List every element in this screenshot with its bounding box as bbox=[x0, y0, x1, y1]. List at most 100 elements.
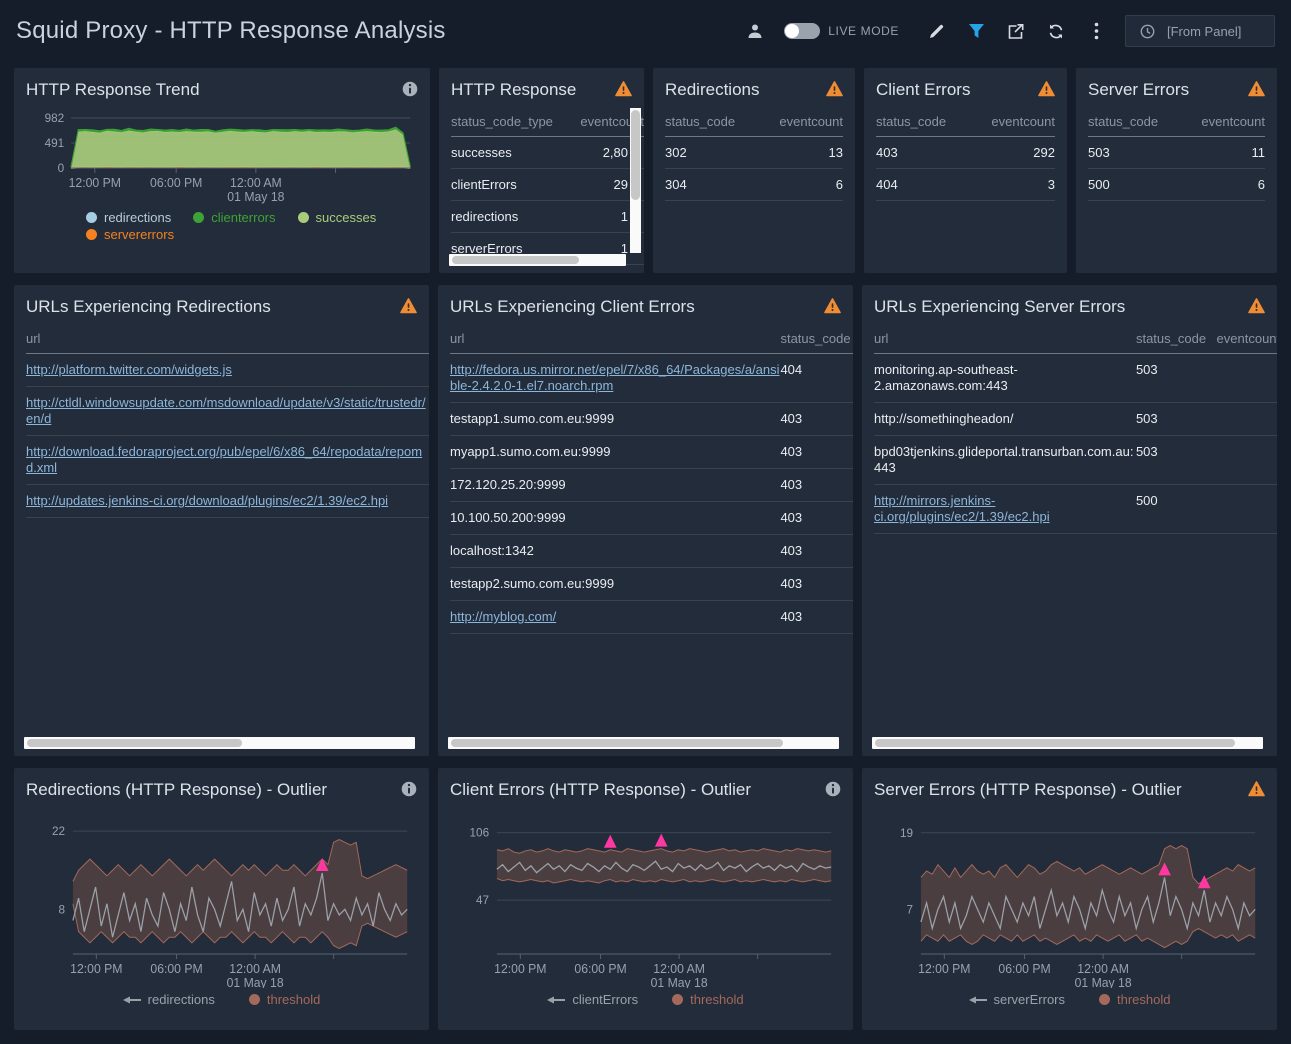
time-range-selector[interactable]: [From Panel] bbox=[1125, 15, 1275, 47]
warning-icon[interactable] bbox=[1248, 81, 1265, 102]
table-cell: 172.120.25.20:9999 bbox=[450, 469, 780, 502]
svg-text:12:00 PM: 12:00 PM bbox=[918, 962, 970, 976]
svg-text:47: 47 bbox=[476, 893, 489, 907]
column-header[interactable]: eventcount bbox=[1185, 106, 1265, 137]
user-icon[interactable] bbox=[744, 20, 766, 42]
url-link[interactable]: http://mirrors.jenkins-ci.org/plugins/ec… bbox=[874, 493, 1050, 524]
url-link[interactable]: http://ctldl.windowsupdate.com/msdownloa… bbox=[26, 395, 426, 426]
table-header-row: status_codeeventcount bbox=[1088, 106, 1265, 137]
edit-pencil-icon[interactable] bbox=[925, 20, 947, 42]
table-cell: 6 bbox=[1185, 169, 1265, 201]
table-cell bbox=[1217, 354, 1277, 403]
info-icon[interactable] bbox=[401, 781, 417, 802]
legend-item-threshold[interactable]: threshold bbox=[249, 992, 320, 1007]
table-row: http://myblog.com/403 bbox=[450, 601, 853, 634]
column-header[interactable]: status_code bbox=[1136, 323, 1217, 354]
http-response-table: status_code_typeeventcountsuccesses2,80c… bbox=[451, 106, 644, 265]
legend-item-threshold[interactable]: threshold bbox=[1099, 992, 1170, 1007]
table-cell: http://ctldl.windowsupdate.com/msdownloa… bbox=[26, 387, 429, 436]
warning-icon[interactable] bbox=[824, 298, 841, 319]
url-link[interactable]: http://fedora.us.mirror.net/epel/7/x86_6… bbox=[450, 362, 780, 393]
column-header[interactable]: url bbox=[26, 323, 429, 354]
svg-text:106: 106 bbox=[470, 825, 490, 839]
column-header[interactable]: eventcount bbox=[1217, 323, 1277, 354]
panel-outlier-client-errors: Client Errors (HTTP Response) - Outlier … bbox=[438, 768, 853, 1030]
table-header-row: urlstatus_code bbox=[450, 323, 853, 354]
legend-item-label: redirections bbox=[148, 992, 215, 1007]
table-cell: http://somethingheadon/ bbox=[874, 403, 1136, 436]
svg-text:19: 19 bbox=[900, 826, 913, 840]
filter-icon[interactable] bbox=[965, 20, 987, 42]
column-header[interactable]: url bbox=[450, 323, 780, 354]
data-table: status_codeeventcount302133046 bbox=[665, 106, 843, 201]
legend-item-redirections[interactable]: redirections bbox=[123, 992, 215, 1007]
warning-icon[interactable] bbox=[1248, 781, 1265, 802]
legend-item-clientErrors[interactable]: clientErrors bbox=[547, 992, 638, 1007]
warning-icon[interactable] bbox=[615, 81, 632, 102]
scrollbar-thumb[interactable] bbox=[452, 256, 579, 264]
legend-item-servererrors[interactable]: servererrors bbox=[86, 227, 174, 242]
column-header[interactable]: status_code_type bbox=[451, 106, 571, 137]
url-link[interactable]: http://download.fedoraproject.org/pub/ep… bbox=[26, 444, 422, 475]
kebab-menu-icon[interactable] bbox=[1085, 20, 1107, 42]
horizontal-scrollbar[interactable] bbox=[448, 737, 839, 749]
table-cell: 403 bbox=[876, 137, 974, 169]
url-link[interactable]: http://myblog.com/ bbox=[450, 609, 556, 624]
table-cell: 11 bbox=[1185, 137, 1265, 169]
horizontal-scrollbar[interactable] bbox=[449, 254, 626, 266]
legend-dot bbox=[86, 229, 97, 240]
toggle-knob bbox=[785, 24, 799, 38]
warning-icon[interactable] bbox=[1038, 81, 1055, 102]
warning-icon[interactable] bbox=[826, 81, 843, 102]
live-mode-toggle[interactable] bbox=[784, 23, 820, 39]
table-row: 5006 bbox=[1088, 169, 1265, 201]
svg-text:12:00 AM: 12:00 AM bbox=[229, 962, 281, 976]
legend-item-label: serverErrors bbox=[994, 992, 1066, 1007]
table-cell: 503 bbox=[1136, 403, 1217, 436]
legend-item-clienterrors[interactable]: clienterrors bbox=[193, 210, 275, 225]
scrollbar-thumb[interactable] bbox=[451, 739, 783, 747]
column-header[interactable]: url bbox=[874, 323, 1136, 354]
table-row: testapp1.sumo.com.eu:9999403 bbox=[450, 403, 853, 436]
scrollbar-thumb[interactable] bbox=[631, 110, 640, 200]
table-cell: 503 bbox=[1088, 137, 1185, 169]
info-icon[interactable] bbox=[825, 781, 841, 802]
table-row: http://somethingheadon/503 bbox=[874, 403, 1277, 436]
table-header-row: status_code_typeeventcount bbox=[451, 106, 644, 137]
warning-icon[interactable] bbox=[1248, 298, 1265, 319]
url-link[interactable]: http://updates.jenkins-ci.org/download/p… bbox=[26, 493, 388, 508]
scrollbar-thumb[interactable] bbox=[875, 739, 1235, 747]
panel-title: Client Errors (HTTP Response) - Outlier bbox=[450, 778, 751, 802]
table-cell: http://mirrors.jenkins-ci.org/plugins/ec… bbox=[874, 485, 1136, 534]
refresh-icon[interactable] bbox=[1045, 20, 1067, 42]
trend-chart-svg: 049198212:00 PM06:00 PM12:00 AM01 May 18 bbox=[26, 106, 418, 206]
table-cell: 6 bbox=[763, 169, 843, 201]
legend-item-label: clienterrors bbox=[211, 210, 275, 225]
column-header[interactable]: status_code bbox=[1088, 106, 1185, 137]
panel-title: URLs Experiencing Redirections bbox=[26, 295, 271, 319]
panel-server-errors: Server Errors status_codeeventcount50311… bbox=[1076, 68, 1277, 273]
url-link[interactable]: http://platform.twitter.com/widgets.js bbox=[26, 362, 232, 377]
column-header[interactable]: status_code bbox=[665, 106, 763, 137]
panel-title: HTTP Response Trend bbox=[26, 78, 200, 102]
legend-item-redirections[interactable]: redirections bbox=[86, 210, 171, 225]
data-table: status_code_typeeventcountsuccesses2,80c… bbox=[451, 106, 644, 265]
legend-item-serverErrors[interactable]: serverErrors bbox=[969, 992, 1066, 1007]
column-header[interactable]: eventcount bbox=[974, 106, 1055, 137]
horizontal-scrollbar[interactable] bbox=[24, 737, 415, 749]
table-cell: successes bbox=[451, 137, 571, 169]
column-header[interactable]: status_code bbox=[780, 323, 853, 354]
column-header[interactable]: status_code bbox=[876, 106, 974, 137]
share-icon[interactable] bbox=[1005, 20, 1027, 42]
legend-item-threshold[interactable]: threshold bbox=[672, 992, 743, 1007]
outlier-chart: 4710612:00 PM06:00 PM12:00 AM01 May 18 bbox=[450, 806, 841, 988]
legend-item-successes[interactable]: successes bbox=[298, 210, 377, 225]
warning-icon[interactable] bbox=[400, 298, 417, 319]
legend-item-label: redirections bbox=[104, 210, 171, 225]
column-header[interactable]: eventcount bbox=[763, 106, 843, 137]
horizontal-scrollbar[interactable] bbox=[872, 737, 1263, 749]
info-icon[interactable] bbox=[402, 81, 418, 102]
vertical-scrollbar[interactable] bbox=[630, 108, 641, 253]
legend-dot bbox=[193, 212, 204, 223]
scrollbar-thumb[interactable] bbox=[27, 739, 242, 747]
